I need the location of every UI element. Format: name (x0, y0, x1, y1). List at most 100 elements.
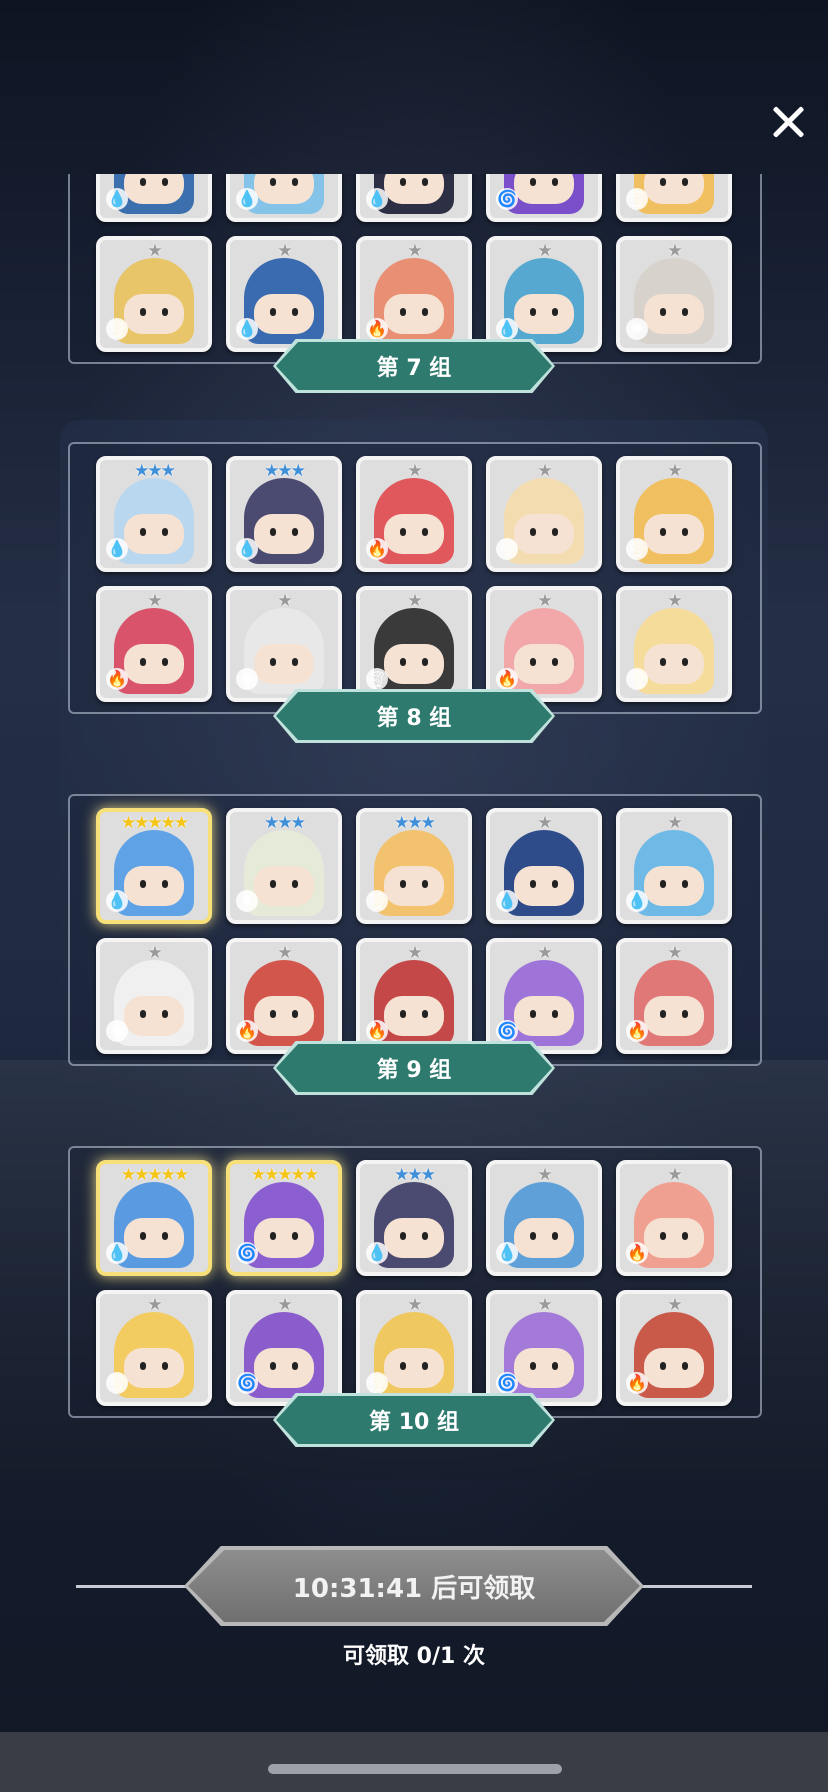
divider-left (76, 1585, 186, 1588)
hero-eyes (136, 658, 172, 666)
hero-card[interactable]: ★ 🔥 (356, 456, 472, 572)
hero-card[interactable]: ★ 💧 (226, 236, 342, 352)
water-element-icon: 💧 (106, 890, 128, 912)
star-rating-icon: ★ (667, 241, 682, 261)
earth-element-icon: 🌪 (366, 668, 388, 690)
hero-card[interactable]: ★ 🌀 (486, 938, 602, 1054)
home-indicator[interactable] (268, 1764, 562, 1774)
hero-card[interactable]: ★ 💧 (486, 1160, 602, 1276)
hero-card[interactable]: ★ ✹ (96, 938, 212, 1054)
hero-card[interactable]: ★ 🌪 (616, 456, 732, 572)
star-rating-icon: ★ (147, 241, 162, 261)
reward-group: ★★★★★ 💧 ★★★★★ 🌀 ★★★ 💧 ★ 💧 ★ 🔥 ★ 🌪 ★ 🌀 ★ 🌪 ★ 🌀 ★ 🔥 第 10 组 (68, 1146, 762, 1447)
water-element-icon: 💧 (106, 188, 128, 210)
hero-card[interactable]: 🌪 (616, 174, 732, 222)
hero-eyes (266, 1362, 302, 1370)
hero-card[interactable]: ★ 🔥 (616, 1290, 732, 1406)
arcane-element-icon: 🌀 (236, 1242, 258, 1264)
hero-card[interactable]: ★ 🌀 (226, 1290, 342, 1406)
hero-eyes (136, 1010, 172, 1018)
hero-card[interactable]: ★ 💧 (616, 808, 732, 924)
hero-card[interactable]: ★ 🌪 (356, 586, 472, 702)
hero-eyes (526, 178, 562, 186)
earth-element-icon: 🌪 (626, 668, 648, 690)
hero-eyes (526, 308, 562, 316)
fire-element-icon: 🔥 (626, 1020, 648, 1042)
hero-card[interactable]: ★ 💧 (486, 808, 602, 924)
light-element-icon: ✹ (236, 890, 258, 912)
water-element-icon: 💧 (236, 188, 258, 210)
star-rating-icon: ★ (407, 591, 422, 611)
hero-card[interactable]: ★ ✹ (226, 586, 342, 702)
hero-card[interactable]: ★★★ 💧 (226, 456, 342, 572)
earth-element-icon: 🌪 (366, 1372, 388, 1394)
hero-card[interactable]: 🌀 (486, 174, 602, 222)
hero-card[interactable]: ★ 🔥 (616, 1160, 732, 1276)
claim-button[interactable] (184, 1546, 644, 1626)
close-icon[interactable] (766, 100, 810, 144)
star-rating-icon: ★ (537, 1295, 552, 1315)
star-rating-icon: ★★★ (264, 813, 306, 833)
hero-card[interactable]: ★★★ ✹ (226, 808, 342, 924)
star-rating-icon: ★ (667, 1295, 682, 1315)
star-rating-icon: ★ (407, 1295, 422, 1315)
hero-grid: ★★★ 💧 ★★★ 💧 ★ 🔥 ★ 🌪 ★ 🌪 ★ 🔥 ★ ✹ ★ 🌪 ★ 🔥 ★ 🌪 (96, 456, 732, 702)
group-label: 第 9 组 (276, 1044, 552, 1092)
arcane-element-icon: 🌀 (496, 188, 518, 210)
hero-card[interactable]: ★ 🔥 (96, 586, 212, 702)
hero-card[interactable]: ★ 🌪 (616, 586, 732, 702)
light-element-icon: ✹ (626, 318, 648, 340)
star-rating-icon: ★ (537, 1165, 552, 1185)
hero-card[interactable]: ★★★ 🌪 (356, 808, 472, 924)
water-element-icon: 💧 (496, 890, 518, 912)
star-rating-icon: ★ (667, 591, 682, 611)
hero-card[interactable]: ★ 💧 (486, 236, 602, 352)
water-element-icon: 💧 (106, 1242, 128, 1264)
hero-card[interactable]: ★★★★★ 🌀 (226, 1160, 342, 1276)
fire-element-icon: 🔥 (236, 1020, 258, 1042)
reward-group: ★★★★★ 💧 ★★★ ✹ ★★★ 🌪 ★ 💧 ★ 💧 ★ ✹ ★ 🔥 ★ 🔥 ★ 🌀 ★ 🔥 第 9 组 (68, 794, 762, 1095)
fire-element-icon: 🔥 (496, 668, 518, 690)
group-label: 第 10 组 (276, 1396, 552, 1444)
hero-card[interactable]: ★ 🌀 (486, 1290, 602, 1406)
hero-card[interactable]: ★ 🔥 (616, 938, 732, 1054)
water-element-icon: 💧 (626, 890, 648, 912)
reward-group-list[interactable]: 💧 💧 💧 🌀 🌪 ★ 🌪 ★ 💧 ★ 🔥 ★ 💧 ★ ✹ 第 7 组 ★★★ 💧 ★★★ 💧 ★ 🔥 ★ 🌪 ★ 🌪 ★ 🔥 ★ ✹… (60, 174, 770, 1514)
hero-card[interactable]: ★ ✹ (616, 236, 732, 352)
hero-card[interactable]: ★ 🌪 (356, 1290, 472, 1406)
hero-eyes (396, 658, 432, 666)
water-element-icon: 💧 (496, 318, 518, 340)
hero-card[interactable]: 💧 (96, 174, 212, 222)
hero-eyes (266, 308, 302, 316)
hero-card[interactable]: ★★★ 💧 (356, 1160, 472, 1276)
hero-card[interactable]: ★ 🔥 (356, 938, 472, 1054)
star-rating-icon: ★★★ (134, 461, 176, 481)
hero-card[interactable]: ★ 🔥 (226, 938, 342, 1054)
light-element-icon: ✹ (106, 1020, 128, 1042)
arcane-element-icon: 🌀 (496, 1372, 518, 1394)
hero-card[interactable]: ★ 🌪 (96, 1290, 212, 1406)
hero-eyes (136, 1232, 172, 1240)
hero-eyes (136, 178, 172, 186)
hero-card[interactable]: ★ 🌪 (486, 456, 602, 572)
hero-card[interactable]: 💧 (226, 174, 342, 222)
hero-card[interactable]: ★★★★★ 💧 (96, 1160, 212, 1276)
hero-card[interactable]: ★ 🌪 (96, 236, 212, 352)
divider-right (642, 1585, 752, 1588)
hero-eyes (266, 1232, 302, 1240)
hero-eyes (266, 528, 302, 536)
hero-card[interactable]: ★★★★★ 💧 (96, 808, 212, 924)
group-label: 第 8 组 (276, 692, 552, 740)
hero-card[interactable]: 💧 (356, 174, 472, 222)
star-rating-icon: ★ (667, 943, 682, 963)
water-element-icon: 💧 (366, 188, 388, 210)
hero-card[interactable]: ★★★ 💧 (96, 456, 212, 572)
hero-card[interactable]: ★ 🔥 (486, 586, 602, 702)
hero-eyes (396, 1010, 432, 1018)
hero-card[interactable]: ★ 🔥 (356, 236, 472, 352)
water-element-icon: 💧 (496, 1242, 518, 1264)
star-rating-icon: ★★★★★ (120, 813, 189, 833)
hero-eyes (396, 178, 432, 186)
arcane-element-icon: 🌀 (236, 1372, 258, 1394)
star-rating-icon: ★★★★★ (250, 1165, 319, 1185)
